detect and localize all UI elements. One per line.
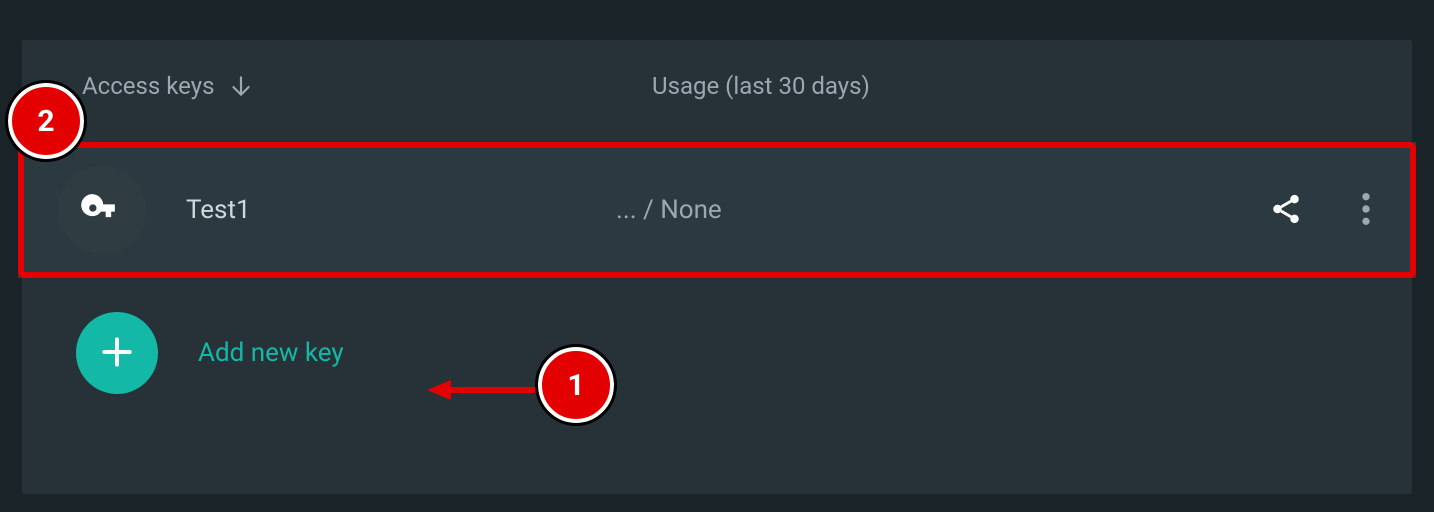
annotation-marker-1-label: 1 bbox=[567, 368, 584, 403]
key-avatar bbox=[58, 166, 146, 254]
column-headers: Access keys Usage (last 30 days) bbox=[22, 68, 1412, 104]
key-usage-value: ... / None bbox=[616, 195, 1266, 225]
arrow-down-icon bbox=[228, 73, 254, 99]
header-access-keys-label: Access keys bbox=[82, 72, 214, 100]
key-icon bbox=[80, 186, 124, 234]
share-icon bbox=[1269, 192, 1303, 229]
annotation-marker-1: 1 bbox=[538, 347, 614, 423]
annotation-marker-2: 2 bbox=[8, 83, 84, 159]
add-key-label[interactable]: Add new key bbox=[198, 338, 344, 368]
header-usage-label: Usage (last 30 days) bbox=[652, 72, 870, 100]
access-keys-panel: Access keys Usage (last 30 days) Test1 bbox=[22, 40, 1412, 494]
key-row[interactable]: Test1 ... / None bbox=[18, 142, 1416, 278]
key-name: Test1 bbox=[186, 195, 616, 225]
add-key-button[interactable] bbox=[76, 312, 158, 394]
share-button[interactable] bbox=[1266, 190, 1306, 230]
annotation-arrow bbox=[427, 378, 547, 406]
header-access-keys[interactable]: Access keys bbox=[82, 72, 652, 100]
plus-icon bbox=[98, 333, 136, 374]
more-vertical-icon bbox=[1362, 193, 1370, 228]
annotation-marker-2-label: 2 bbox=[37, 104, 54, 139]
key-row-actions bbox=[1266, 190, 1386, 230]
header-usage: Usage (last 30 days) bbox=[652, 72, 1412, 100]
more-options-button[interactable] bbox=[1346, 190, 1386, 230]
key-row-highlighted: Test1 ... / None bbox=[18, 142, 1416, 278]
add-key-row[interactable]: Add new key bbox=[22, 308, 1412, 398]
